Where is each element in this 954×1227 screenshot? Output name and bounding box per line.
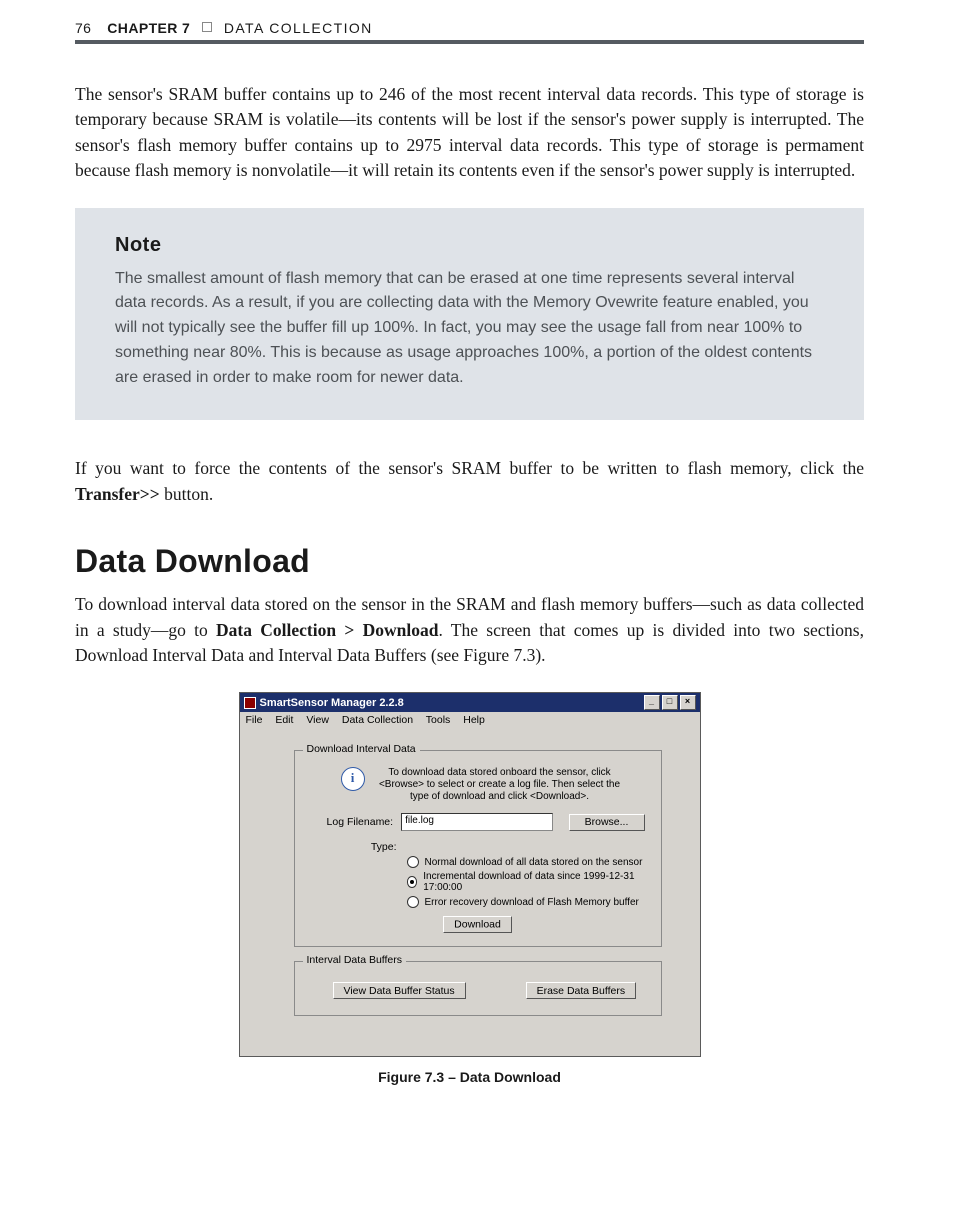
info-text: To download data stored onboard the sens… xyxy=(375,767,645,803)
page-header: 76 CHAPTER 7 DATA COLLECTION xyxy=(75,20,864,44)
menu-file[interactable]: File xyxy=(246,714,263,726)
menu-view[interactable]: View xyxy=(306,714,329,726)
log-filename-input[interactable]: file.log xyxy=(401,813,552,831)
minimize-button[interactable]: _ xyxy=(644,695,660,710)
erase-buffers-button[interactable]: Erase Data Buffers xyxy=(526,982,637,999)
menu-edit[interactable]: Edit xyxy=(275,714,293,726)
page-number: 76 xyxy=(75,20,103,36)
maximize-button[interactable]: □ xyxy=(662,695,678,710)
radio-incremental-label: Incremental download of data since 1999-… xyxy=(423,871,644,893)
para2-b: button. xyxy=(160,484,213,504)
group-legend-buffers: Interval Data Buffers xyxy=(303,954,407,966)
radio-normal[interactable] xyxy=(407,856,419,868)
note-title: Note xyxy=(115,234,824,257)
log-filename-label: Log Filename: xyxy=(319,816,394,828)
type-label: Type: xyxy=(319,841,397,853)
view-buffer-status-button[interactable]: View Data Buffer Status xyxy=(333,982,466,999)
browse-button[interactable]: Browse... xyxy=(569,814,645,831)
radio-error-recovery[interactable] xyxy=(407,896,419,908)
chapter-title: DATA COLLECTION xyxy=(224,20,373,36)
transfer-button-ref: Transfer>> xyxy=(75,484,160,504)
menu-tools[interactable]: Tools xyxy=(426,714,451,726)
info-icon: i xyxy=(341,767,365,791)
download-interval-data-group: Download Interval Data i To download dat… xyxy=(294,750,662,947)
radio-incremental[interactable] xyxy=(407,876,418,888)
section-heading: Data Download xyxy=(75,543,864,580)
download-button[interactable]: Download xyxy=(443,916,512,933)
figure-caption: Figure 7.3 – Data Download xyxy=(75,1069,864,1085)
body-paragraph-1: The sensor's SRAM buffer contains up to … xyxy=(75,82,864,184)
radio-error-recovery-label: Error recovery download of Flash Memory … xyxy=(425,897,639,908)
interval-data-buffers-group: Interval Data Buffers View Data Buffer S… xyxy=(294,961,662,1016)
titlebar: SmartSensor Manager 2.2.8 _ □ × xyxy=(240,693,700,712)
menu-data-collection[interactable]: Data Collection xyxy=(342,714,413,726)
radio-normal-label: Normal download of all data stored on th… xyxy=(425,857,643,868)
menubar: File Edit View Data Collection Tools Hel… xyxy=(240,712,700,728)
note-body: The smallest amount of flash memory that… xyxy=(115,267,824,391)
menu-path-ref: Data Collection > Download xyxy=(216,620,438,640)
group-legend-download: Download Interval Data xyxy=(303,743,420,755)
close-button[interactable]: × xyxy=(680,695,696,710)
note-box: Note The smallest amount of flash memory… xyxy=(75,208,864,421)
body-paragraph-2: If you want to force the contents of the… xyxy=(75,456,864,507)
chapter-divider-icon xyxy=(202,22,212,32)
app-title: SmartSensor Manager 2.2.8 xyxy=(260,697,404,709)
para2-a: If you want to force the contents of the… xyxy=(75,458,864,478)
app-window: SmartSensor Manager 2.2.8 _ □ × File Edi… xyxy=(239,692,701,1057)
app-icon xyxy=(244,697,256,709)
menu-help[interactable]: Help xyxy=(463,714,485,726)
body-paragraph-3: To download interval data stored on the … xyxy=(75,592,864,668)
chapter-label: CHAPTER 7 xyxy=(107,20,190,36)
